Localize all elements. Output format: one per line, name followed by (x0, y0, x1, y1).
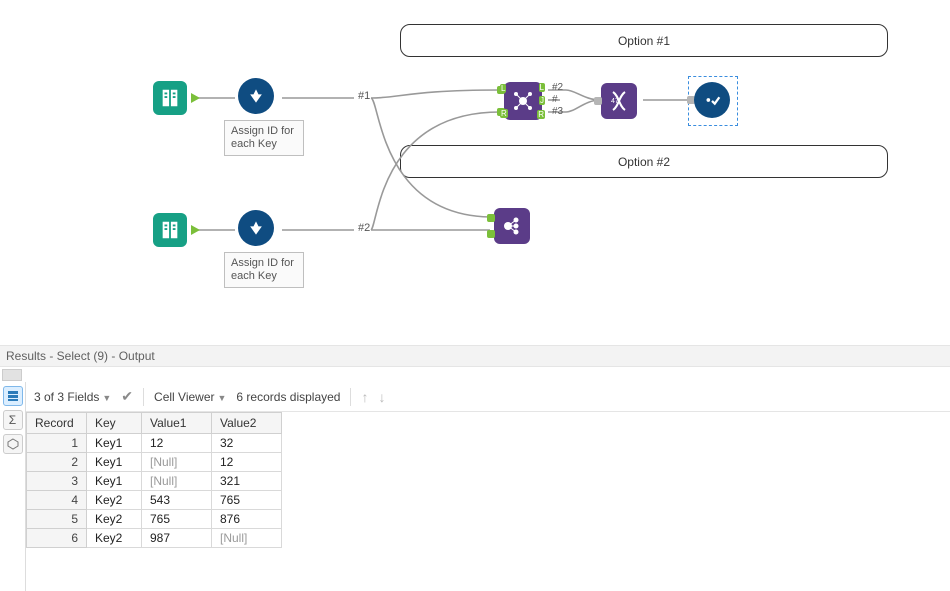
data-cell[interactable]: 876 (212, 510, 282, 529)
join-R-label: R (500, 109, 508, 118)
results-table[interactable]: Record Key Value1 Value2 1Key112322Key1[… (26, 412, 282, 548)
data-cell[interactable]: 765 (212, 491, 282, 510)
data-cell[interactable]: Key1 (87, 453, 142, 472)
data-cell[interactable]: [Null] (142, 453, 212, 472)
chevron-down-icon: ▼ (102, 393, 111, 403)
prev-record-button[interactable]: ↑ (361, 389, 368, 405)
text-input-tool-1[interactable] (150, 78, 190, 118)
book-icon (159, 87, 181, 109)
separator (143, 388, 144, 406)
panel-grabber[interactable] (2, 369, 22, 381)
book-icon (159, 219, 181, 241)
col-value2[interactable]: Value2 (212, 413, 282, 434)
col-key[interactable]: Key (87, 413, 142, 434)
table-row[interactable]: 3Key1[Null]321 (27, 472, 282, 491)
data-cell[interactable]: 12 (142, 434, 212, 453)
results-toolbar: 3 of 3 Fields▼ ✔ Cell Viewer▼ 6 records … (26, 382, 950, 412)
col-record[interactable]: Record (27, 413, 87, 434)
results-table-wrap: Record Key Value1 Value2 1Key112322Key1[… (26, 412, 950, 548)
record-cell[interactable]: 2 (27, 453, 87, 472)
data-cell[interactable]: 765 (142, 510, 212, 529)
data-cell[interactable]: 12 (212, 453, 282, 472)
select-tool[interactable] (694, 82, 730, 118)
union-tool[interactable] (494, 208, 530, 244)
data-cell[interactable]: Key2 (87, 529, 142, 548)
flow-label-2: #2 (358, 222, 370, 234)
results-left-rail: Σ (0, 382, 26, 591)
results-panel: Σ 3 of 3 Fields▼ ✔ Cell Viewer▼ 6 record… (0, 382, 950, 591)
join-out-r-label: #3 (552, 106, 563, 117)
data-cell[interactable]: 32 (212, 434, 282, 453)
join-L-label: L (500, 84, 506, 93)
data-cell[interactable]: Key1 (87, 472, 142, 491)
data-cell[interactable]: [Null] (142, 472, 212, 491)
tile-icon (246, 218, 266, 238)
text-input-tool-2[interactable] (150, 210, 190, 250)
record-cell[interactable]: 3 (27, 472, 87, 491)
select-check-icon (701, 89, 723, 111)
join-outL-port: L (539, 83, 545, 92)
sigma-icon: Σ (9, 413, 16, 427)
results-title-bar: Results - Select (9) - Output (0, 345, 950, 367)
svg-text:47: 47 (611, 98, 619, 105)
records-count: 6 records displayed (236, 390, 340, 404)
table-row[interactable]: 2Key1[Null]12 (27, 453, 282, 472)
join-out-j-label: # (552, 94, 558, 105)
tile-icon (246, 86, 266, 106)
join-outJ-port: J (539, 96, 545, 105)
next-record-button[interactable]: ↓ (378, 389, 385, 405)
join-outR-port: R (537, 110, 545, 119)
rail-layout-button[interactable] (3, 386, 23, 406)
record-cell[interactable]: 5 (27, 510, 87, 529)
apply-check-button[interactable]: ✔ (121, 388, 133, 405)
chevron-down-icon: ▼ (218, 393, 227, 403)
data-cell[interactable]: [Null] (212, 529, 282, 548)
data-cell[interactable]: 321 (212, 472, 282, 491)
record-cell[interactable]: 1 (27, 434, 87, 453)
data-cell[interactable]: 987 (142, 529, 212, 548)
rail-shape-button[interactable] (3, 434, 23, 454)
data-cell[interactable]: Key2 (87, 491, 142, 510)
flow-label-1: #1 (358, 90, 370, 102)
separator (350, 388, 351, 406)
record-cell[interactable]: 4 (27, 491, 87, 510)
hexagon-icon (7, 438, 19, 450)
tile1-annotation[interactable]: Assign ID for each Key (224, 120, 304, 156)
record-cell[interactable]: 6 (27, 529, 87, 548)
rail-sigma-button[interactable]: Σ (3, 410, 23, 430)
table-row[interactable]: 6Key2987[Null] (27, 529, 282, 548)
data-cell[interactable]: Key2 (87, 510, 142, 529)
data-cell[interactable]: Key1 (87, 434, 142, 453)
results-title: Results - Select (9) - Output (6, 349, 155, 363)
join-tool[interactable]: L R L J R (504, 82, 542, 120)
table-row[interactable]: 5Key2765876 (27, 510, 282, 529)
connections (0, 0, 950, 345)
fields-dropdown[interactable]: 3 of 3 Fields▼ (34, 390, 111, 404)
col-value1[interactable]: Value1 (142, 413, 212, 434)
tile-tool-2[interactable] (238, 210, 274, 246)
tile-tool-1[interactable] (238, 78, 274, 114)
transform-tool[interactable]: 47 (601, 83, 637, 119)
cell-viewer-dropdown[interactable]: Cell Viewer▼ (154, 390, 226, 404)
union-icon (500, 214, 524, 238)
rows-icon (7, 390, 19, 402)
workflow-canvas[interactable]: Option #1 Option #2 (0, 0, 950, 345)
dna-icon: 47 (607, 89, 631, 113)
table-row[interactable]: 1Key11232 (27, 434, 282, 453)
join-out-l-label: #2 (552, 82, 563, 93)
tile2-annotation[interactable]: Assign ID for each Key (224, 252, 304, 288)
join-icon (511, 89, 535, 113)
data-cell[interactable]: 543 (142, 491, 212, 510)
table-row[interactable]: 4Key2543765 (27, 491, 282, 510)
